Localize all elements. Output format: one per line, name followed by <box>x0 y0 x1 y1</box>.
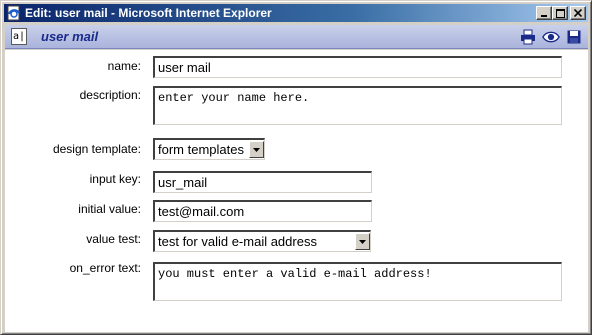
editor-title: user mail <box>41 29 99 44</box>
maximize-icon <box>555 8 565 18</box>
design-template-value: form templates <box>158 142 244 157</box>
chevron-down-icon[interactable] <box>355 233 370 250</box>
ie-page-icon <box>6 5 22 21</box>
minimize-button[interactable] <box>536 6 552 20</box>
maximize-button[interactable] <box>552 6 568 20</box>
value-test-label: value test: <box>86 232 141 246</box>
value-test-value: test for valid e-mail address <box>158 234 317 249</box>
description-label: description: <box>79 88 141 102</box>
initial-value-label: initial value: <box>78 202 141 216</box>
eye-icon[interactable] <box>542 28 560 46</box>
input-key-label: input key: <box>89 172 141 186</box>
close-button[interactable] <box>570 6 586 20</box>
description-field[interactable]: enter your name here. <box>152 85 563 126</box>
document-icon[interactable]: a| <box>11 28 27 45</box>
form-panel: name: user mail description: enter your … <box>5 50 588 332</box>
value-test-select[interactable]: test for valid e-mail address <box>153 230 371 252</box>
window-controls <box>536 6 586 20</box>
input-key-field[interactable]: usr_mail <box>152 170 373 194</box>
browser-window: Edit: user mail - Microsoft Internet Exp… <box>0 0 592 335</box>
design-template-select[interactable]: form templates <box>153 138 265 160</box>
on-error-text-field[interactable]: you must enter a valid e-mail address! <box>152 261 563 302</box>
window-title: Edit: user mail - Microsoft Internet Exp… <box>25 6 272 20</box>
name-field[interactable]: user mail <box>152 55 563 79</box>
name-label: name: <box>107 59 141 73</box>
close-icon <box>574 9 582 17</box>
chevron-down-icon[interactable] <box>249 141 264 158</box>
title-bar[interactable]: Edit: user mail - Microsoft Internet Exp… <box>4 4 588 22</box>
on-error-text-label: on_error text: <box>69 261 141 275</box>
initial-value-field[interactable]: test@mail.com <box>152 199 373 223</box>
design-template-label: design template: <box>52 142 141 156</box>
save-disk-icon[interactable] <box>565 28 583 46</box>
minimize-icon <box>541 15 547 17</box>
editor-toolbar: a| user mail <box>5 25 588 49</box>
printer-icon[interactable] <box>519 28 537 46</box>
